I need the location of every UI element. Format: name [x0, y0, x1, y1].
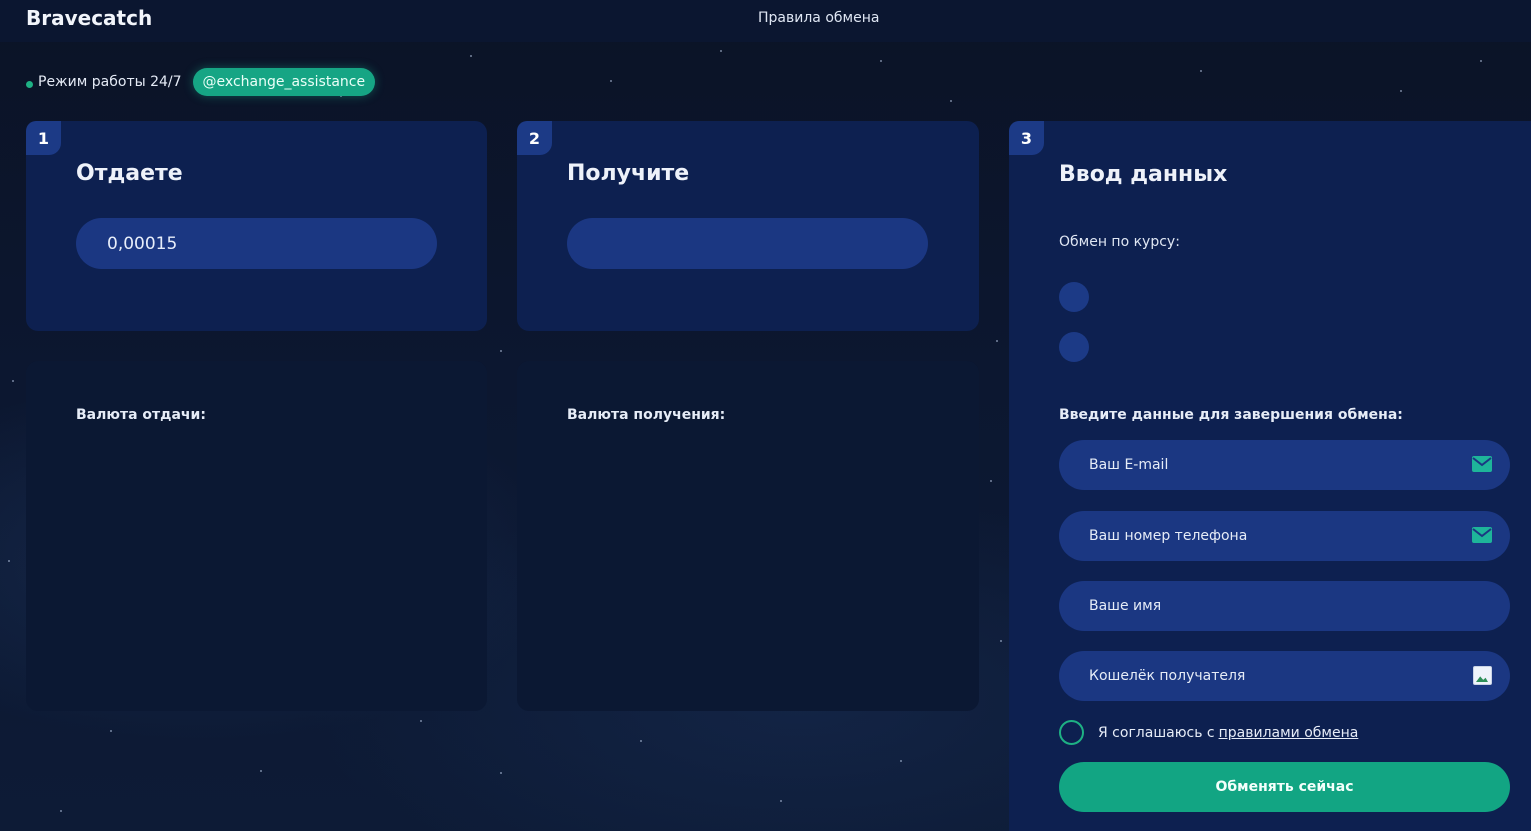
- wallet-input[interactable]: Кошелёк получателя: [1059, 651, 1510, 701]
- step-number-1: 1: [26, 121, 61, 155]
- receive-amount-input[interactable]: [567, 218, 928, 269]
- give-currency-panel: Валюта отдачи:: [26, 361, 487, 711]
- exchange-rate-label: Обмен по курсу:: [1059, 234, 1180, 250]
- rate-receive-icon: [1059, 332, 1089, 362]
- agree-checkbox[interactable]: [1059, 720, 1084, 745]
- exchange-rules-link[interactable]: Правила обмена: [758, 10, 879, 26]
- step-number-3: 3: [1009, 121, 1044, 155]
- wallet-placeholder: Кошелёк получателя: [1089, 668, 1246, 684]
- give-title: Отдаете: [76, 161, 183, 186]
- email-placeholder: Ваш E-mail: [1089, 457, 1169, 473]
- email-input[interactable]: Ваш E-mail: [1059, 440, 1510, 490]
- working-hours-text: Режим работы 24/7: [38, 74, 182, 90]
- agree-text: Я соглашаюсь с: [1098, 724, 1215, 741]
- receive-card: 2 Получите: [517, 121, 979, 331]
- step-number-2: 2: [517, 121, 552, 155]
- agree-rules-row: Я соглашаюсь с правилами обмена: [1059, 720, 1358, 745]
- name-input[interactable]: Ваше имя: [1059, 581, 1510, 631]
- top-header: Bravecatch Правила обмена: [0, 0, 1531, 42]
- receive-currency-panel: Валюта получения:: [517, 361, 979, 711]
- exchange-now-button[interactable]: Обменять сейчас: [1059, 762, 1510, 812]
- brand-logo[interactable]: Bravecatch: [26, 6, 152, 30]
- data-entry-title: Ввод данных: [1059, 162, 1228, 187]
- agree-rules-link[interactable]: правилами обмена: [1219, 725, 1359, 741]
- give-amount-input[interactable]: 0,00015: [76, 218, 437, 269]
- envelope-icon: [1472, 527, 1492, 543]
- receive-title: Получите: [567, 161, 690, 186]
- telegram-contact-badge[interactable]: @exchange_assistance: [192, 68, 376, 96]
- receive-currency-label: Валюта получения:: [567, 407, 726, 423]
- online-status-icon: [26, 80, 33, 88]
- enter-data-label: Введите данные для завершения обмена:: [1059, 407, 1403, 423]
- rate-give-icon: [1059, 282, 1089, 312]
- phone-placeholder: Ваш номер телефона: [1089, 528, 1248, 544]
- envelope-icon: [1472, 456, 1492, 472]
- phone-input[interactable]: Ваш номер телефона: [1059, 511, 1510, 561]
- data-entry-panel: 3 Ввод данных Обмен по курсу: Введите да…: [1009, 121, 1531, 831]
- give-card: 1 Отдаете 0,00015: [26, 121, 487, 331]
- broken-image-icon: [1473, 666, 1492, 685]
- status-bar: Режим работы 24/7 @exchange_assistance: [26, 68, 376, 96]
- name-placeholder: Ваше имя: [1089, 598, 1162, 614]
- give-currency-label: Валюта отдачи:: [76, 407, 206, 423]
